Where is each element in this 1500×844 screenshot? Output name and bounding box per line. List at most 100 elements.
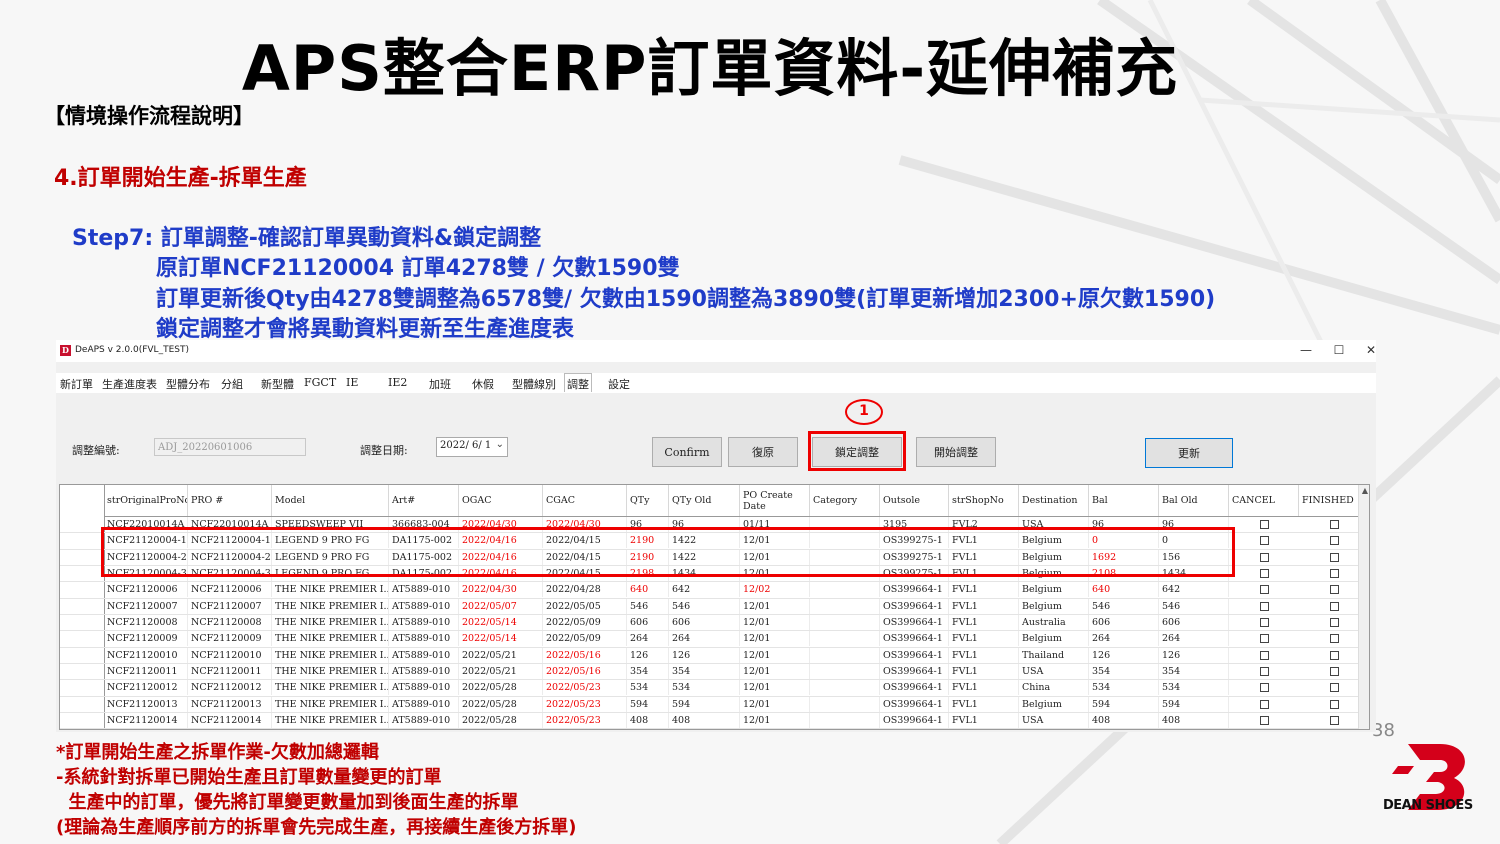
tab-settings[interactable]: 設定 xyxy=(608,376,630,392)
finished-checkbox[interactable] xyxy=(1330,618,1339,628)
cell-pro[interactable]: NCF21120007 xyxy=(188,598,272,614)
cancel-checkbox[interactable] xyxy=(1260,650,1269,660)
cancel-checkbox[interactable] xyxy=(1260,520,1269,529)
cell-pro[interactable]: NCF21120012 xyxy=(188,680,272,696)
cell-category[interactable] xyxy=(810,696,880,712)
confirm-button[interactable]: Confirm xyxy=(652,437,722,467)
cell-category[interactable] xyxy=(810,615,880,631)
cell-cgac[interactable]: 2022/04/28 xyxy=(543,582,627,598)
cell-dest[interactable]: Australia xyxy=(1019,615,1089,631)
cell-cgac[interactable]: 2022/05/23 xyxy=(543,680,627,696)
minimize-icon[interactable]: — xyxy=(1296,343,1316,357)
cell-qty-old[interactable]: 126 xyxy=(669,647,740,663)
cell-po[interactable]: 12/01 xyxy=(740,680,810,696)
cell-pro[interactable]: NCF21120010 xyxy=(188,647,272,663)
start-adjust-button[interactable]: 開始調整 xyxy=(916,437,996,467)
cell-cgac[interactable]: 2022/05/16 xyxy=(543,647,627,663)
cell-outsole[interactable]: OS399664-1 xyxy=(880,680,949,696)
cell-model[interactable]: THE NIKE PREMIER I... xyxy=(272,664,389,680)
cell-bal[interactable]: 640 xyxy=(1089,582,1159,598)
cell-dest[interactable]: Belgium xyxy=(1019,696,1089,712)
cell-dest[interactable]: USA xyxy=(1019,713,1089,729)
cell-po[interactable]: 12/01 xyxy=(740,664,810,680)
cell-orig[interactable]: NCF21120014 xyxy=(104,713,188,729)
cell-po[interactable]: 12/01 xyxy=(740,713,810,729)
col-header-bal-old[interactable]: Bal Old xyxy=(1159,485,1229,516)
cell-shop[interactable]: FVL1 xyxy=(949,631,1019,647)
cell-bal-old[interactable]: 594 xyxy=(1159,696,1229,712)
table-row[interactable]: NCF21120010 NCF21120010 THE NIKE PREMIER I… xyxy=(60,647,1369,665)
cell-orig[interactable]: NCF21120011 xyxy=(104,664,188,680)
table-row[interactable]: NCF21120013 NCF21120013 THE NIKE PREMIER I… xyxy=(60,696,1369,714)
adj-date-picker[interactable]: 2022/ 6/ 1 ⌄ xyxy=(436,437,508,457)
cell-shop[interactable]: FVL1 xyxy=(949,615,1019,631)
tab-progress[interactable]: 生產進度表 xyxy=(102,376,157,392)
cell-ogac[interactable]: 2022/04/30 xyxy=(459,582,543,598)
update-button[interactable]: 更新 xyxy=(1145,438,1233,468)
cell-art[interactable]: AT5889-010 xyxy=(389,680,459,696)
cell-qty[interactable]: 546 xyxy=(627,598,669,614)
cell-pro[interactable]: NCF21120014 xyxy=(188,713,272,729)
cell-ogac[interactable]: 2022/05/21 xyxy=(459,647,543,663)
cell-qty-old[interactable]: 354 xyxy=(669,664,740,680)
cell-model[interactable]: THE NIKE PREMIER I... xyxy=(272,713,389,729)
cell-qty[interactable]: 264 xyxy=(627,631,669,647)
cell-category[interactable] xyxy=(810,729,880,730)
cell-dest[interactable]: USA xyxy=(1019,664,1089,680)
cell-category[interactable] xyxy=(810,582,880,598)
cell-ogac[interactable]: 2022/03/19 xyxy=(459,729,543,730)
cell-art[interactable]: AT5889-010 xyxy=(389,713,459,729)
tab-overtime[interactable]: 加班 xyxy=(429,376,451,392)
tab-new-order[interactable]: 新訂單 xyxy=(60,376,93,392)
col-header-ogac[interactable]: OGAC xyxy=(459,485,543,516)
cell-qty[interactable]: 606 xyxy=(627,615,669,631)
cell-outsole[interactable]: OS399664-1 xyxy=(880,696,949,712)
finished-checkbox[interactable] xyxy=(1330,667,1339,677)
table-row[interactable]: NCF21120008 NCF21120008 THE NIKE PREMIER I… xyxy=(60,615,1369,632)
cell-shop[interactable]: FVL1 xyxy=(949,696,1019,712)
cell-model[interactable]: LEGEND 9 PRO FG xyxy=(272,729,389,730)
cancel-checkbox[interactable] xyxy=(1260,552,1269,562)
cell-outsole[interactable]: OS399664-1 xyxy=(880,582,949,598)
cell-category[interactable] xyxy=(810,664,880,680)
finished-checkbox[interactable] xyxy=(1330,601,1339,611)
cell-model[interactable]: THE NIKE PREMIER I... xyxy=(272,582,389,598)
cell-bal[interactable]: 1614 xyxy=(1089,729,1159,730)
tab-ie[interactable]: IE xyxy=(346,376,358,389)
cell-qty[interactable]: 640 xyxy=(627,582,669,598)
col-header-bal[interactable]: Bal xyxy=(1089,485,1159,516)
cell-dest[interactable]: China xyxy=(1019,680,1089,696)
finished-checkbox[interactable] xyxy=(1330,650,1339,660)
col-header-category[interactable]: Category xyxy=(810,485,880,516)
cell-qty-old[interactable]: 606 xyxy=(669,615,740,631)
cell-bal-old[interactable]: 264 xyxy=(1159,631,1229,647)
cell-ogac[interactable]: 2022/05/28 xyxy=(459,680,543,696)
table-row[interactable]: NCF21120007 NCF21120007 THE NIKE PREMIER I… xyxy=(60,598,1369,616)
cell-shop[interactable]: FVL1 xyxy=(949,729,1019,730)
tab-model-dist[interactable]: 型體分布 xyxy=(166,376,210,392)
cell-qty[interactable]: 408 xyxy=(627,713,669,729)
cell-orig[interactable]: NCF21120008 xyxy=(104,615,188,631)
cell-cgac[interactable]: 2022/05/09 xyxy=(543,615,627,631)
cell-art[interactable]: AT5889-010 xyxy=(389,664,459,680)
cell-shop[interactable]: FVL1 xyxy=(949,647,1019,663)
scroll-up-icon[interactable]: ▲ xyxy=(1362,486,1368,495)
cell-qty[interactable]: 594 xyxy=(627,696,669,712)
tab-group[interactable]: 分組 xyxy=(221,376,243,392)
cell-category[interactable] xyxy=(810,631,880,647)
cancel-checkbox[interactable] xyxy=(1260,683,1269,693)
cell-bal[interactable]: 408 xyxy=(1089,713,1159,729)
col-header-qty-old[interactable]: QTy Old xyxy=(669,485,740,516)
finished-checkbox[interactable] xyxy=(1330,716,1339,726)
col-header-dest[interactable]: Destination xyxy=(1019,485,1089,516)
col-header-orig[interactable]: strOriginalProNo xyxy=(104,485,188,516)
cell-dest[interactable]: Belgium xyxy=(1019,598,1089,614)
finished-checkbox[interactable] xyxy=(1330,569,1339,579)
cell-po[interactable]: 12/02 xyxy=(740,582,810,598)
cell-qty-old[interactable]: 408 xyxy=(669,713,740,729)
cancel-checkbox[interactable] xyxy=(1260,601,1269,611)
cell-qty-old[interactable]: 642 xyxy=(669,582,740,598)
cell-cgac[interactable]: 2022/05/05 xyxy=(543,598,627,614)
col-header-model[interactable]: Model xyxy=(272,485,389,516)
cell-pro[interactable]: NCF21120006 xyxy=(188,582,272,598)
